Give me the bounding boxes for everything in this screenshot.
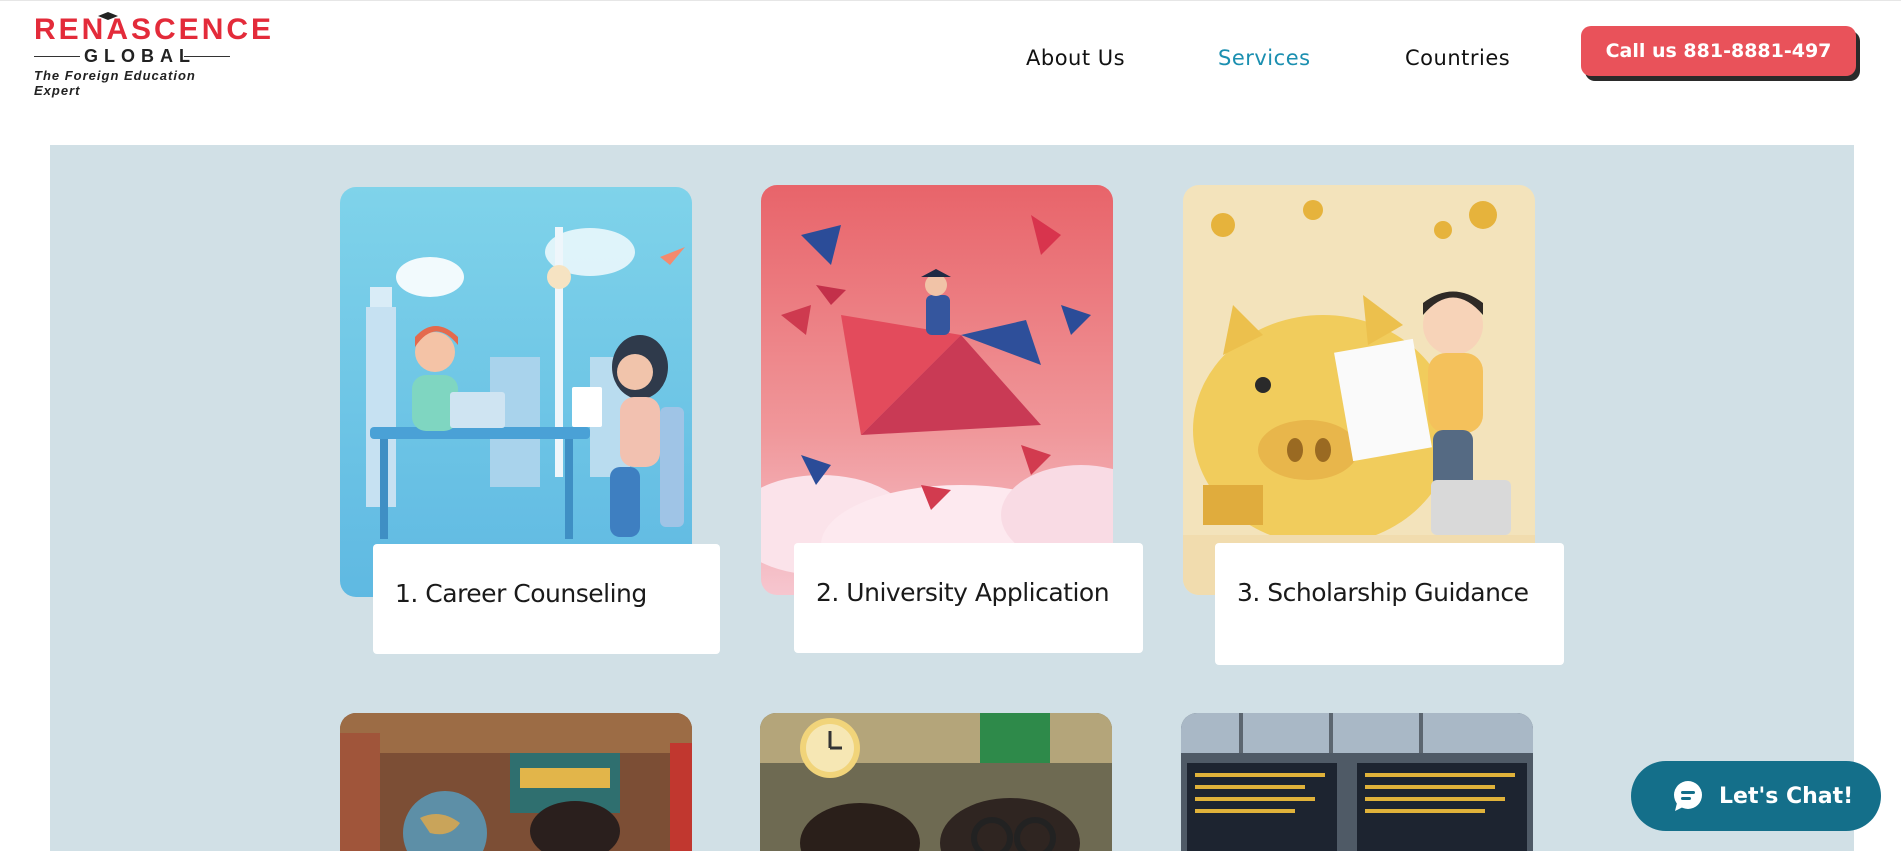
students-clock-image [760,713,1112,851]
nav-countries[interactable]: Countries [1405,46,1510,70]
scholarship-guidance-image [1183,185,1535,595]
service-card-university-application[interactable]: 2. University Application [794,543,1143,653]
chat-label: Let's Chat! [1719,783,1854,809]
call-us-button[interactable]: Call us 881-8881-497 [1581,26,1856,76]
nav-services[interactable]: Services [1218,46,1311,70]
university-application-image [761,185,1113,595]
header-top-border [0,0,1901,1]
logo-rule-right [184,56,230,57]
service-card-career-counseling[interactable]: 1. Career Counseling [373,544,720,654]
logo-tagline: The Foreign Education Expert [34,68,196,98]
airport-departures-illustration [1181,713,1533,851]
globe-student-image [340,713,692,851]
logo-subline: GLOBAL [34,47,230,65]
logo-rule-left [34,56,80,57]
nav-about-us[interactable]: About Us [1026,46,1125,70]
airport-departures-image [1181,713,1533,851]
lets-chat-button[interactable]: Let's Chat! [1631,761,1881,831]
site-logo[interactable]: RENASCENCE GLOBAL The Foreign Education … [34,12,271,98]
service-title: 3. Scholarship Guidance [1237,578,1529,607]
chat-bubble-icon [1674,781,1702,811]
scholarship-guidance-illustration [1183,185,1535,595]
service-card-scholarship-guidance[interactable]: 3. Scholarship Guidance [1215,543,1564,665]
globe-student-illustration [340,713,692,851]
logo-wordmark: RENASCENCE [34,13,275,46]
university-application-illustration [761,185,1113,595]
service-title: 2. University Application [816,578,1110,607]
career-counseling-image [340,187,692,597]
students-clock-illustration [760,713,1112,851]
service-title: 1. Career Counseling [395,579,647,608]
career-counseling-illustration [340,187,692,597]
logo-global: GLOBAL [84,46,196,66]
